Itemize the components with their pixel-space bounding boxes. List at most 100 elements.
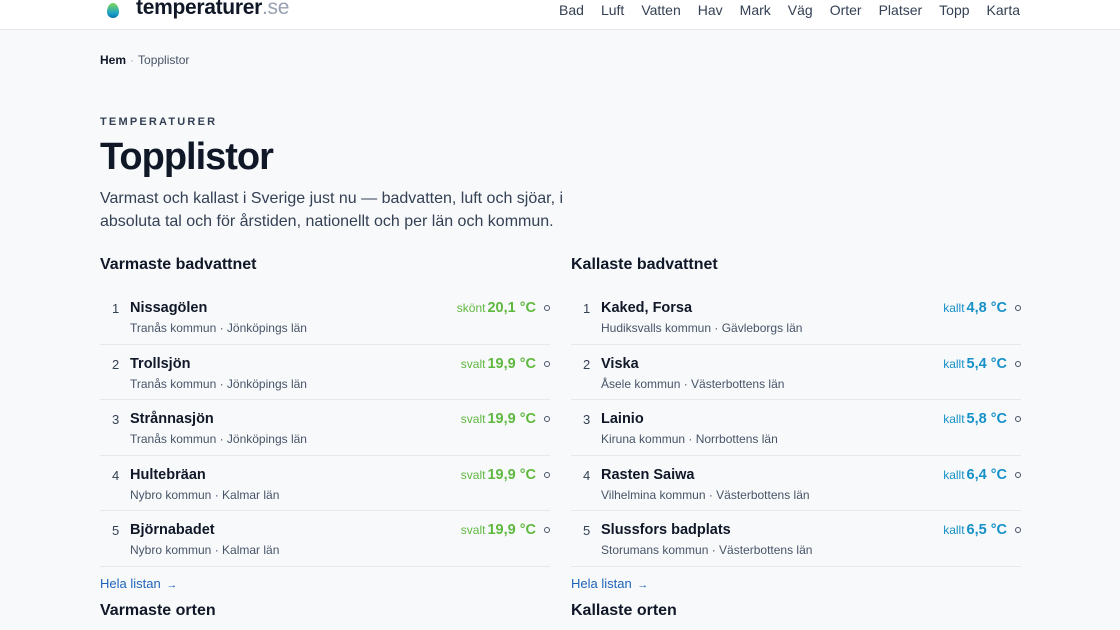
list-item[interactable]: 1 Nissagölen Tranås kommun · Jönköpings …	[100, 289, 550, 345]
place-name[interactable]: Björnabadet	[130, 522, 215, 538]
temp-descriptor: skönt	[456, 301, 486, 315]
place-name[interactable]: Lainio	[601, 411, 644, 427]
list-item[interactable]: 4 Hultebräan Nybro kommun · Kalmar län s…	[100, 456, 550, 511]
place-name[interactable]: Strånnasjön	[130, 411, 214, 427]
breadcrumb-separator: ·	[130, 53, 135, 67]
temperature-value: 5,8 °C	[966, 411, 1007, 427]
water-drop-icon	[106, 0, 120, 18]
temp-descriptor: svalt	[460, 523, 486, 537]
arrow-right-icon: →	[637, 578, 649, 591]
circle-icon	[1015, 471, 1021, 478]
list-title: Kallaste badvattnet	[571, 256, 718, 273]
place-location: Nybro kommun · Kalmar län	[130, 487, 280, 502]
breadcrumb-home[interactable]: Hem	[100, 53, 126, 67]
temp-descriptor: svalt	[460, 356, 486, 371]
warmest-bathing-water-list: Varmaste badvattnet 1 Nissagölen Tranås …	[100, 255, 550, 591]
nav-vatten[interactable]: Vatten	[641, 2, 680, 18]
nav-orter[interactable]: Orter	[830, 2, 862, 18]
circle-icon	[1015, 305, 1021, 311]
rank: 2	[112, 356, 120, 372]
circle-icon	[1015, 416, 1021, 422]
circle-icon	[544, 471, 550, 478]
place-location: Kiruna kommun · Norrbottens län	[601, 432, 778, 446]
list-item[interactable]: 5 Björnabadet Nybro kommun · Kalmar län …	[100, 511, 550, 567]
place-name[interactable]: Hultebräan	[130, 467, 206, 483]
temperature-value: 19,9 °C	[487, 355, 536, 372]
place-name[interactable]: Trollsjön	[130, 356, 190, 372]
list-title: Varmaste badvattnet	[100, 256, 257, 273]
breadcrumb-current: Topplistor	[138, 53, 190, 67]
arrow-right-icon: →	[166, 578, 178, 591]
nav-luft[interactable]: Luft	[601, 2, 624, 18]
site-logo[interactable]: temperaturer.se	[106, 0, 289, 20]
full-list-link[interactable]: Hela listan →	[100, 576, 550, 591]
list-item[interactable]: 2 Viska Åsele kommun · Västerbottens län…	[571, 345, 1021, 400]
circle-icon	[1015, 360, 1021, 367]
place-location: Åsele kommun · Västerbottens län	[601, 376, 785, 391]
coldest-town-heading: Kallaste orten	[571, 602, 677, 619]
page-lead: Varmast och kallast i Sverige just nu — …	[100, 190, 564, 230]
nav-platser[interactable]: Platser	[879, 2, 923, 18]
breadcrumb: Hem · Topplistor	[100, 53, 189, 67]
place-name[interactable]: Nissagölen	[130, 300, 207, 316]
place-location: Tranås kommun · Jönköpings län	[130, 321, 307, 335]
temperature-value: 20,1 °C	[487, 300, 536, 316]
temperature-value: 4,8 °C	[966, 300, 1007, 316]
rank: 5	[112, 523, 120, 538]
nav-bad[interactable]: Bad	[559, 2, 584, 18]
top-navigation-bar: temperaturer.se Bad Luft Vatten Hav Mark…	[0, 0, 1120, 30]
place-location: Vilhelmina kommun · Västerbottens län	[601, 487, 810, 502]
place-name[interactable]: Slussfors badplats	[601, 522, 731, 538]
temp-descriptor: svalt	[460, 467, 486, 482]
list-item[interactable]: 5 Slussfors badplats Storumans kommun · …	[571, 511, 1021, 567]
temp-descriptor: kallt	[943, 412, 965, 426]
temp-descriptor: kallt	[943, 356, 965, 371]
rank: 3	[583, 412, 591, 427]
place-name[interactable]: Rasten Saiwa	[601, 467, 695, 483]
temp-descriptor: kallt	[943, 523, 965, 537]
rank: 5	[583, 523, 591, 538]
temperature-value: 19,9 °C	[487, 466, 536, 483]
site-name: temperaturer.se	[136, 0, 290, 19]
nav-karta[interactable]: Karta	[987, 2, 1020, 18]
circle-icon	[544, 360, 550, 367]
full-list-label[interactable]: Hela listan	[571, 576, 632, 591]
full-list-label[interactable]: Hela listan	[100, 576, 161, 591]
rank: 1	[112, 301, 120, 316]
place-location: Nybro kommun · Kalmar län	[130, 543, 280, 557]
place-name[interactable]: Viska	[601, 356, 639, 372]
nav-hav[interactable]: Hav	[698, 2, 723, 18]
main-nav: Bad Luft Vatten Hav Mark Väg Orter Plats…	[559, 2, 1020, 18]
list-item[interactable]: 2 Trollsjön Tranås kommun · Jönköpings l…	[100, 345, 550, 400]
rank: 2	[583, 356, 591, 372]
full-list-link[interactable]: Hela listan →	[571, 576, 1021, 591]
temperature-value: 6,4 °C	[966, 466, 1007, 483]
temp-descriptor: svalt	[460, 412, 486, 426]
list-item[interactable]: 4 Rasten Saiwa Vilhelmina kommun · Väste…	[571, 456, 1021, 511]
page-eyebrow: TEMPERATURER	[100, 116, 218, 128]
nav-vag[interactable]: Väg	[788, 2, 813, 18]
place-location: Hudiksvalls kommun · Gävleborgs län	[601, 321, 803, 335]
rank: 4	[583, 467, 591, 483]
temperature-value: 5,4 °C	[966, 355, 1007, 372]
nav-mark[interactable]: Mark	[740, 2, 771, 18]
warmest-town-heading: Varmaste orten	[100, 602, 216, 619]
coldest-bathing-water-list: Kallaste badvattnet 1 Kaked, Forsa Hudik…	[571, 255, 1021, 591]
circle-icon	[544, 416, 550, 422]
place-location: Tranås kommun · Jönköpings län	[130, 376, 307, 391]
temperature-value: 6,5 °C	[966, 522, 1007, 538]
temp-descriptor: kallt	[943, 467, 965, 482]
nav-topp[interactable]: Topp	[939, 2, 969, 18]
circle-icon	[544, 527, 550, 533]
list-item[interactable]: 1 Kaked, Forsa Hudiksvalls kommun · Gävl…	[571, 289, 1021, 345]
rank: 3	[112, 412, 120, 427]
temp-descriptor: kallt	[943, 301, 965, 315]
place-name[interactable]: Kaked, Forsa	[601, 300, 692, 316]
circle-icon	[1015, 527, 1021, 533]
list-item[interactable]: 3 Strånnasjön Tranås kommun · Jönköpings…	[100, 400, 550, 456]
temperature-value: 19,9 °C	[487, 411, 536, 427]
rank: 1	[583, 301, 591, 316]
place-location: Tranås kommun · Jönköpings län	[130, 432, 307, 446]
list-item[interactable]: 3 Lainio Kiruna kommun · Norrbottens län…	[571, 400, 1021, 456]
page-title: Topplistor	[100, 136, 274, 178]
